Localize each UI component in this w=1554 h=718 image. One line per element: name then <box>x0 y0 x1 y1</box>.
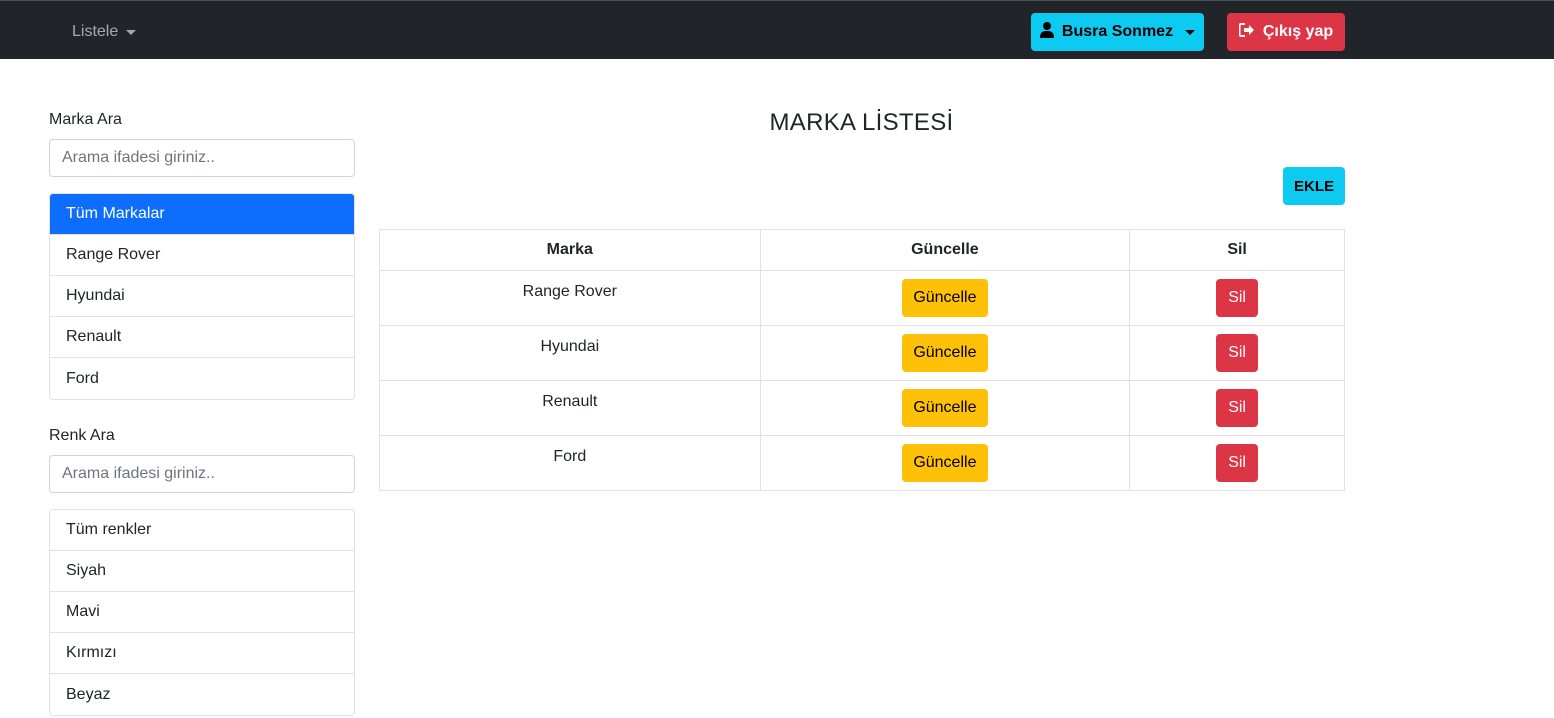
sign-out-icon <box>1238 22 1255 42</box>
table-row: Range Rover Güncelle Sil <box>379 270 1345 326</box>
color-filter-item[interactable]: Siyah <box>50 551 354 592</box>
brand-filter-item[interactable]: Ford <box>50 358 354 399</box>
page-title: MARKA LİSTESİ <box>769 109 954 136</box>
update-button[interactable]: Güncelle <box>901 279 988 317</box>
update-button[interactable]: Güncelle <box>901 444 988 482</box>
color-search-input[interactable] <box>49 455 355 493</box>
logout-button[interactable]: Çıkış yap <box>1227 13 1345 51</box>
update-button[interactable]: Güncelle <box>901 389 988 427</box>
column-header-update: Güncelle <box>759 229 1131 271</box>
update-button[interactable]: Güncelle <box>901 334 988 372</box>
delete-button[interactable]: Sil <box>1216 279 1259 317</box>
update-cell: Güncelle <box>759 270 1131 326</box>
user-name-label: Busra Sonmez <box>1061 23 1174 40</box>
brand-search-label: Marka Ara <box>49 111 122 128</box>
add-brand-button[interactable]: EKLE <box>1283 167 1345 205</box>
brand-filter-item[interactable]: Hyundai <box>50 276 354 317</box>
column-header-brand: Marka <box>379 229 761 271</box>
table-row: Ford Güncelle Sil <box>379 435 1345 491</box>
brand-cell: Renault <box>379 380 761 436</box>
brand-filter-list: Tüm Markalar Range Rover Hyundai Renault… <box>49 193 355 400</box>
color-search-label: Renk Ara <box>49 427 115 444</box>
delete-cell: Sil <box>1129 380 1345 436</box>
table-row: Renault Güncelle Sil <box>379 380 1345 436</box>
chevron-down-icon <box>1185 29 1196 35</box>
logout-label: Çıkış yap <box>1262 23 1334 40</box>
color-filter-item[interactable]: Beyaz <box>50 674 354 715</box>
update-cell: Güncelle <box>759 325 1131 381</box>
delete-cell: Sil <box>1129 325 1345 381</box>
delete-cell: Sil <box>1129 435 1345 491</box>
brand-cell: Ford <box>379 435 761 491</box>
update-cell: Güncelle <box>759 380 1131 436</box>
color-filter-list: Tüm renkler Siyah Mavi Kırmızı Beyaz <box>49 509 355 716</box>
list-menu-dropdown[interactable]: Listele <box>72 22 137 42</box>
brand-table: Marka Güncelle Sil Range Rover Güncelle … <box>379 229 1345 491</box>
brand-cell: Range Rover <box>379 270 761 326</box>
user-icon <box>1039 21 1054 43</box>
user-menu-button[interactable]: Busra Sonmez <box>1031 13 1204 51</box>
delete-cell: Sil <box>1129 270 1345 326</box>
delete-button[interactable]: Sil <box>1216 389 1259 427</box>
list-menu-label: Listele <box>72 23 119 40</box>
brand-filter-all[interactable]: Tüm Markalar <box>50 194 354 235</box>
update-cell: Güncelle <box>759 435 1131 491</box>
delete-button[interactable]: Sil <box>1216 444 1259 482</box>
delete-button[interactable]: Sil <box>1216 334 1259 372</box>
brand-cell: Hyundai <box>379 325 761 381</box>
brand-filter-item[interactable]: Renault <box>50 317 354 358</box>
table-header-row: Marka Güncelle Sil <box>379 229 1345 271</box>
brand-filter-item[interactable]: Range Rover <box>50 235 354 276</box>
column-header-delete: Sil <box>1129 229 1345 271</box>
table-row: Hyundai Güncelle Sil <box>379 325 1345 381</box>
color-filter-item[interactable]: Mavi <box>50 592 354 633</box>
color-filter-all[interactable]: Tüm renkler <box>50 510 354 551</box>
chevron-down-icon <box>126 29 137 35</box>
brand-search-input[interactable] <box>49 139 355 177</box>
top-navbar: Listele Busra Sonmez Çıkış yap <box>0 0 1554 59</box>
color-filter-item[interactable]: Kırmızı <box>50 633 354 674</box>
